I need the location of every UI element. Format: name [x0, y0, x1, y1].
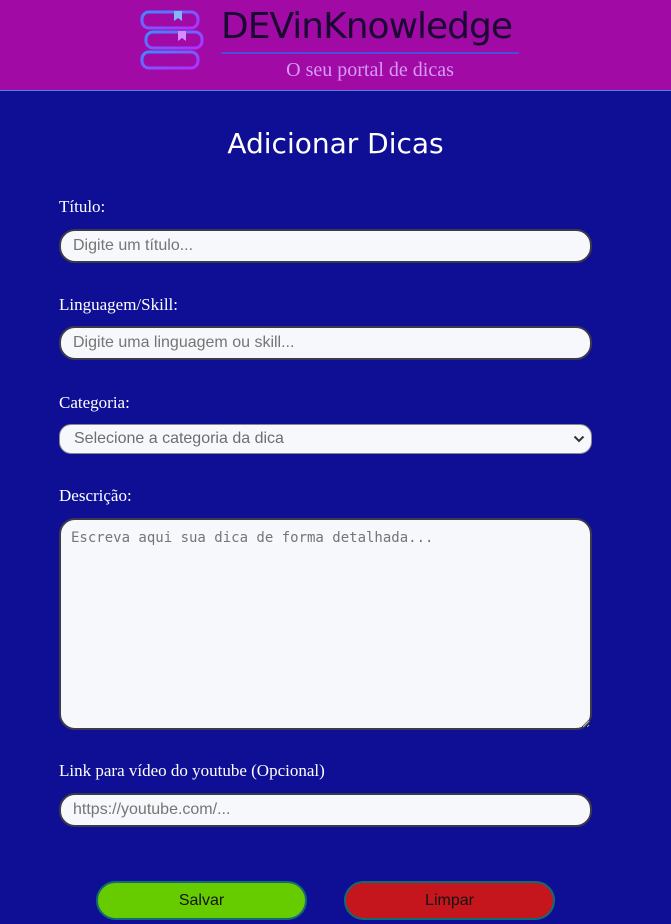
category-label: Categoria: — [59, 393, 130, 412]
description-label: Descrição: — [59, 486, 132, 505]
clear-button[interactable]: Limpar — [344, 881, 555, 920]
skill-input[interactable] — [59, 326, 592, 360]
tagline: O seu portal de dicas — [286, 59, 454, 81]
description-textarea[interactable] — [59, 518, 592, 730]
site-header: DEVinKnowledge O seu portal de dicas — [0, 0, 671, 91]
chevron-down-icon — [573, 435, 585, 443]
title-label: Título: — [59, 197, 106, 216]
brand-underline — [221, 52, 519, 54]
title-input[interactable] — [59, 229, 592, 263]
save-button[interactable]: Salvar — [96, 881, 307, 920]
books-stack-icon — [140, 10, 204, 70]
category-select[interactable]: Selecione a categoria da dica — [59, 424, 592, 454]
brand-name: DEVinKnowledge — [221, 6, 513, 47]
page-title: Adicionar Dicas — [227, 127, 444, 160]
video-link-input[interactable] — [59, 793, 592, 827]
category-selected-value: Selecione a categoria da dica — [74, 430, 284, 447]
skill-label: Linguagem/Skill: — [59, 295, 178, 314]
video-link-label: Link para vídeo do youtube (Opcional) — [59, 761, 325, 780]
